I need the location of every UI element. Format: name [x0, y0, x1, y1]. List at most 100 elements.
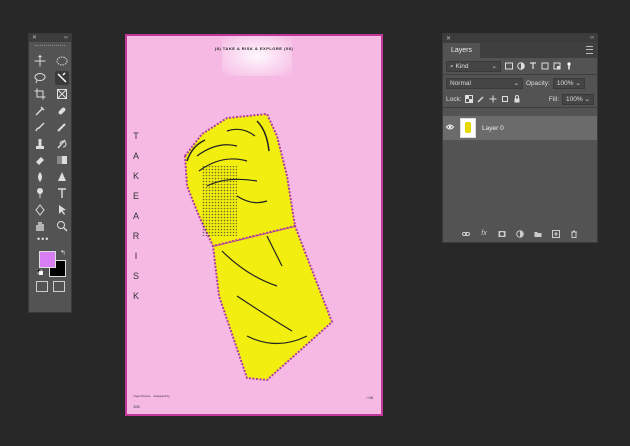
- document-canvas[interactable]: (8) TAKE A RISK & EXPLORE (08) TAKEARISK…: [125, 34, 383, 416]
- tool-grid: [29, 53, 71, 235]
- vertical-letter: K: [132, 291, 139, 301]
- page-number-right: / 08: [366, 395, 373, 400]
- type-filter-icon[interactable]: [528, 62, 537, 71]
- vertical-letter: R: [132, 231, 140, 241]
- vertical-letter: E: [132, 191, 139, 201]
- tools-panel-titlebar[interactable]: ✕ ‹‹: [29, 34, 71, 42]
- swap-colors-icon[interactable]: ↰: [60, 249, 66, 257]
- fill-label: Fill:: [548, 95, 559, 103]
- tools-panel: ✕ ‹‹ ••• ↰: [28, 33, 72, 313]
- sharpen-tool-icon[interactable]: [55, 170, 69, 184]
- layer-thumbnail: [460, 118, 476, 138]
- shape-filter-icon[interactable]: [540, 62, 549, 71]
- mode-buttons: [29, 280, 71, 292]
- gradient-tool-icon[interactable]: [55, 153, 69, 167]
- foreground-color-swatch[interactable]: [39, 250, 56, 268]
- blend-mode-value: Normal: [450, 79, 471, 87]
- eyedropper-tool-icon[interactable]: [33, 104, 47, 118]
- path-selection-tool-icon[interactable]: [55, 203, 69, 217]
- pen-tool-icon[interactable]: [33, 203, 47, 217]
- lock-all-icon[interactable]: [513, 95, 522, 104]
- filter-kind-label: Kind: [455, 62, 469, 70]
- filter-toggle-icon[interactable]: [564, 62, 573, 71]
- close-icon[interactable]: ✕: [32, 34, 37, 42]
- dodge-tool-icon[interactable]: [33, 186, 47, 200]
- filter-row: ⌕ Kind ⌄: [443, 58, 597, 74]
- panel-menu-icon[interactable]: [586, 46, 593, 54]
- pixel-filter-icon[interactable]: [504, 62, 513, 71]
- layers-panel-footer: fx: [443, 229, 597, 238]
- link-layers-icon[interactable]: [462, 229, 471, 238]
- lock-label: Lock:: [446, 95, 462, 103]
- visibility-eye-icon[interactable]: [443, 124, 457, 132]
- layer-style-icon[interactable]: fx: [480, 229, 489, 238]
- search-icon: ⌕: [450, 62, 454, 70]
- layers-panel-titlebar[interactable]: ✕ ‹‹: [443, 34, 597, 42]
- fill-field[interactable]: 100% ⌄: [562, 93, 594, 105]
- artwork: [127, 36, 381, 414]
- hand-tool-icon[interactable]: [33, 219, 47, 233]
- vertical-letter: A: [132, 151, 139, 161]
- marquee-tool-icon[interactable]: [55, 54, 69, 68]
- lock-row: Lock: Fill: 100% ⌄: [443, 91, 597, 107]
- new-layer-icon[interactable]: [552, 229, 561, 238]
- adjustment-layer-icon[interactable]: [516, 229, 525, 238]
- layers-tab-row: Layers: [443, 42, 597, 58]
- brush-tool-icon[interactable]: [33, 120, 47, 134]
- delete-layer-icon[interactable]: [570, 229, 579, 238]
- vertical-letter: S: [132, 271, 139, 281]
- smart-object-filter-icon[interactable]: [552, 62, 561, 71]
- vertical-letter: T: [133, 131, 139, 141]
- document-header-text: (8) TAKE A RISK & EXPLORE (08): [214, 46, 294, 51]
- healing-brush-tool-icon[interactable]: [55, 104, 69, 118]
- new-group-icon[interactable]: [534, 229, 543, 238]
- collapse-icon[interactable]: ‹‹: [590, 35, 594, 41]
- type-tool-icon[interactable]: [55, 186, 69, 200]
- crop-tool-icon[interactable]: [33, 87, 47, 101]
- opacity-value: 100%: [556, 79, 574, 87]
- panel-grip[interactable]: [35, 45, 65, 51]
- lock-pixels-icon[interactable]: [477, 95, 486, 104]
- fill-value: 100%: [566, 95, 583, 103]
- screen-mode-icon[interactable]: [52, 280, 65, 292]
- color-swatches: ↰: [29, 247, 71, 281]
- layer-row[interactable]: Layer 0: [443, 116, 597, 140]
- blend-row: Normal ⌄ Opacity: 100% ⌄: [443, 75, 597, 91]
- vertical-letter: I: [134, 251, 138, 261]
- opacity-label: Opacity:: [526, 79, 550, 87]
- vertical-title: TAKEARISK: [131, 126, 141, 306]
- history-brush-tool-icon[interactable]: [55, 137, 69, 151]
- vertical-letter: A: [132, 211, 139, 221]
- quick-mask-icon[interactable]: [35, 280, 48, 292]
- blur-tool-icon[interactable]: [33, 170, 47, 184]
- opacity-field[interactable]: 100% ⌄: [552, 77, 585, 89]
- adjustment-filter-icon[interactable]: [516, 62, 525, 71]
- collapse-icon[interactable]: ‹‹: [64, 34, 68, 42]
- blend-mode-select[interactable]: Normal ⌄: [446, 77, 523, 89]
- lasso-tool-icon[interactable]: [33, 71, 47, 85]
- pencil-tool-icon[interactable]: [55, 120, 69, 134]
- frame-tool-icon[interactable]: [55, 87, 69, 101]
- filter-kind-select[interactable]: ⌕ Kind ⌄: [446, 60, 501, 72]
- zoom-tool-icon[interactable]: [55, 219, 69, 233]
- layer-mask-icon[interactable]: [498, 229, 507, 238]
- default-colors-icon[interactable]: [37, 268, 43, 275]
- lock-position-icon[interactable]: [489, 95, 498, 104]
- quick-selection-tool-icon[interactable]: [55, 70, 69, 85]
- edit-toolbar-icon[interactable]: •••: [29, 234, 71, 247]
- chevron-down-icon: ⌄: [513, 79, 519, 87]
- eraser-tool-icon[interactable]: [33, 153, 47, 167]
- chevron-down-icon: ⌄: [584, 95, 590, 103]
- tab-layers[interactable]: Layers: [443, 43, 481, 58]
- vertical-letter: K: [132, 171, 139, 181]
- artboard-lock-icon[interactable]: [501, 95, 510, 104]
- chevron-down-icon: ⌄: [491, 62, 497, 70]
- page-number-left: 106: [133, 404, 140, 409]
- light-glow: [222, 36, 292, 76]
- close-icon[interactable]: ✕: [446, 35, 451, 42]
- layer-name[interactable]: Layer 0: [482, 125, 504, 132]
- document-footer-text: Yoga Fitness .. designed by ...: [133, 394, 170, 402]
- lock-transparent-icon[interactable]: [465, 95, 474, 104]
- clone-stamp-tool-icon[interactable]: [33, 137, 47, 151]
- move-tool-icon[interactable]: [33, 54, 47, 68]
